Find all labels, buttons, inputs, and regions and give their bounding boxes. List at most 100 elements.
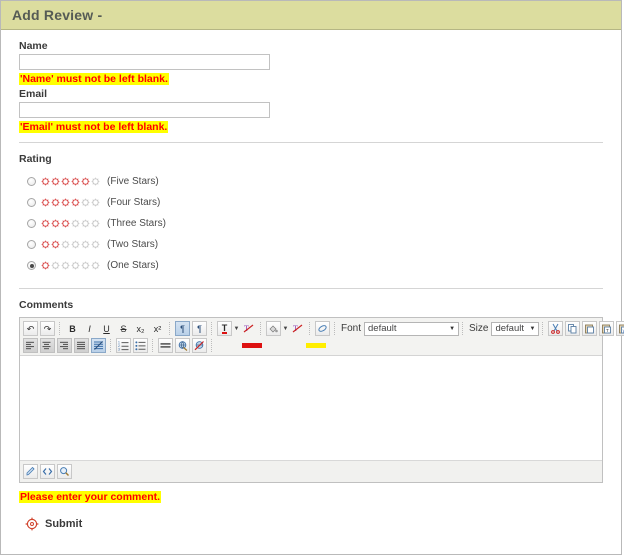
add-review-panel: Add Review - Name 'Name' must not be lef… [0,0,624,555]
subscript-icon[interactable]: x₂ [133,321,148,336]
rating-stars [41,261,101,270]
font-label: Font [341,323,362,334]
insert-link-icon[interactable] [175,338,190,353]
text-color-swatch[interactable] [242,343,262,348]
bulleted-list-icon[interactable] [133,338,148,353]
comments-label: Comments [19,299,74,311]
star-filled-icon [41,240,50,249]
rating-option-label: (Four Stars) [107,197,161,208]
remove-background-color-icon[interactable]: T [290,321,305,336]
rating-radio-4[interactable] [27,198,36,207]
paste-text-icon[interactable]: T [599,321,615,336]
rating-radio-5[interactable] [27,177,36,186]
name-input[interactable] [19,54,270,70]
background-color-swatch[interactable] [306,343,326,348]
font-select[interactable]: default ▼ [364,321,460,336]
star-empty-icon [91,177,100,186]
toolbar-separator [110,339,112,352]
rating-option-row[interactable]: (Three Stars) [27,213,609,234]
source-mode-icon[interactable] [40,464,55,479]
editor-toolbar: ↶ ↷ B I U Sx₂ x² ¶ ¶ T ▼ T ▼ T Font defa… [20,318,624,356]
paste-word-icon[interactable]: W [616,321,624,336]
strikethrough-icon[interactable]: S [116,321,131,336]
cut-icon[interactable] [548,321,564,336]
star-empty-icon [61,240,70,249]
star-filled-icon [71,198,80,207]
preview-icon[interactable] [57,464,72,479]
rating-stars [41,240,101,249]
star-filled-icon [41,261,50,270]
undo-icon[interactable]: ↶ [23,321,38,336]
superscript-icon[interactable]: x² [150,321,165,336]
email-input[interactable] [19,102,270,118]
toolbar-separator [260,322,262,335]
background-color-dropdown-arrow[interactable]: ▼ [282,321,289,336]
background-color-icon[interactable] [266,321,281,336]
toolbar-row-2: 123 [22,337,600,354]
star-filled-icon [81,177,90,186]
size-select[interactable]: default ▼ [491,321,540,336]
svg-text:T: T [606,328,609,333]
chevron-down-icon: ▼ [449,325,456,332]
star-empty-icon [81,240,90,249]
horizontal-rule-icon[interactable] [158,338,173,353]
align-left-icon[interactable] [23,338,38,353]
toolbar-separator [152,339,154,352]
copy-icon[interactable] [565,321,581,336]
rating-radio-1[interactable] [27,261,36,270]
align-right-icon[interactable] [57,338,72,353]
star-filled-icon [41,198,50,207]
rating-option-row[interactable]: (Two Stars) [27,234,609,255]
star-empty-icon [71,240,80,249]
design-mode-icon[interactable] [23,464,38,479]
toolbar-separator [462,322,464,335]
comments-editor-area[interactable] [20,356,602,461]
rating-radio-2[interactable] [27,240,36,249]
remove-format-icon[interactable] [315,321,330,336]
paste-icon[interactable] [582,321,598,336]
star-empty-icon [91,261,100,270]
divider-bottom [19,288,603,289]
star-empty-icon [81,219,90,228]
star-empty-icon [91,240,100,249]
toolbar-separator [334,322,336,335]
toolbar-separator [309,322,311,335]
italic-icon[interactable]: I [82,321,97,336]
star-empty-icon [51,261,60,270]
text-direction-ltr-icon[interactable]: ¶ [175,321,190,336]
comments-error-message: Please enter your comment. [19,491,162,503]
text-direction-rtl-icon[interactable]: ¶ [192,321,207,336]
rating-stars [41,219,101,228]
toolbar-separator [169,322,171,335]
bold-icon[interactable]: B [65,321,80,336]
align-justify-icon[interactable] [74,338,89,353]
remove-text-color-icon[interactable]: T [241,321,256,336]
rating-option-label: (One Stars) [107,260,159,271]
chevron-down-icon: ▼ [529,325,536,332]
numbered-list-icon[interactable]: 123 [116,338,131,353]
indent-block-icon[interactable] [91,338,106,353]
star-filled-icon [51,219,60,228]
rating-option-label: (Five Stars) [107,176,159,187]
panel-header: Add Review - [1,1,621,30]
unlink-icon[interactable] [192,338,207,353]
rating-option-row[interactable]: (One Stars) [27,255,609,276]
align-center-icon[interactable] [40,338,55,353]
name-error-message: 'Name' must not be left blank. [19,73,169,85]
underline-icon[interactable]: U [99,321,114,336]
text-color-dropdown-arrow[interactable]: ▼ [233,321,240,336]
size-label: Size [469,323,489,334]
redo-icon[interactable]: ↷ [40,321,55,336]
rating-radio-3[interactable] [27,219,36,228]
star-empty-icon [71,261,80,270]
submit-label: Submit [45,518,83,530]
star-filled-icon [61,198,70,207]
submit-button[interactable]: Submit [25,517,609,531]
text-color-icon[interactable]: T [217,321,232,336]
star-filled-icon [51,177,60,186]
rating-option-row[interactable]: (Five Stars) [27,171,609,192]
rating-option-row[interactable]: (Four Stars) [27,192,609,213]
star-empty-icon [91,198,100,207]
star-empty-icon [81,198,90,207]
star-filled-icon [51,198,60,207]
